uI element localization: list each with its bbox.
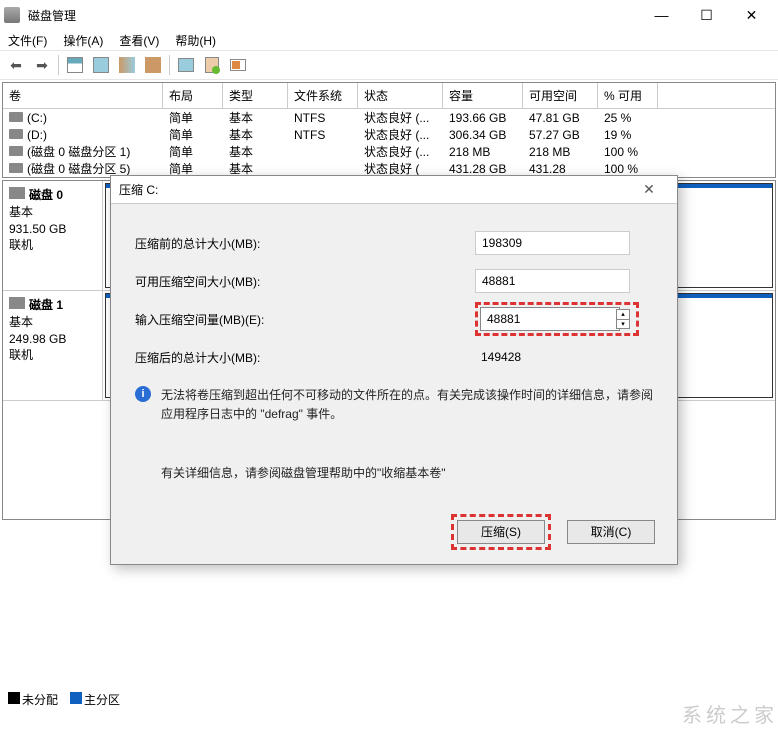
label-avail-shrink: 可用压缩空间大小(MB): xyxy=(135,273,475,290)
minimize-button[interactable]: — xyxy=(639,1,684,29)
toolbar-icon-2[interactable] xyxy=(89,53,113,77)
dialog-close-button[interactable]: ✕ xyxy=(629,181,669,198)
dialog-titlebar: 压缩 C: ✕ xyxy=(111,176,677,204)
legend: 未分配 主分区 xyxy=(8,691,120,708)
col-type[interactable]: 类型 xyxy=(223,83,288,108)
table-row[interactable]: (D:)简单基本NTFS状态良好 (...306.34 GB57.27 GB19… xyxy=(3,126,775,143)
disk-1-label[interactable]: 磁盘 1 基本 249.98 GB 联机 xyxy=(3,291,103,400)
toolbar-icon-1[interactable] xyxy=(63,53,87,77)
toolbar-icon-5[interactable] xyxy=(174,53,198,77)
table-header: 卷 布局 类型 文件系统 状态 容量 可用空间 % 可用 xyxy=(3,83,775,109)
legend-unallocated: 未分配 xyxy=(22,693,58,707)
col-fs[interactable]: 文件系统 xyxy=(288,83,358,108)
spinner-up-icon[interactable]: ▴ xyxy=(617,310,629,320)
back-button[interactable] xyxy=(4,53,28,77)
menu-action[interactable]: 操作(A) xyxy=(63,32,103,49)
col-free[interactable]: 可用空间 xyxy=(523,83,598,108)
close-button[interactable]: ✕ xyxy=(729,1,774,29)
menu-bar: 文件(F) 操作(A) 查看(V) 帮助(H) xyxy=(0,30,778,50)
col-pct[interactable]: % 可用 xyxy=(598,83,658,108)
table-row[interactable]: (磁盘 0 磁盘分区 1)简单基本状态良好 (...218 MB218 MB10… xyxy=(3,143,775,160)
table-row[interactable]: (C:)简单基本NTFS状态良好 (...193.66 GB47.81 GB25… xyxy=(3,109,775,126)
shrink-amount-input[interactable] xyxy=(480,307,620,331)
toolbar-icon-4[interactable] xyxy=(141,53,165,77)
label-size-before: 压缩前的总计大小(MB): xyxy=(135,235,475,252)
disk-icon xyxy=(9,187,25,199)
app-icon xyxy=(4,7,20,23)
shrink-dialog: 压缩 C: ✕ 压缩前的总计大小(MB): 198309 可用压缩空间大小(MB… xyxy=(110,175,678,565)
cancel-button[interactable]: 取消(C) xyxy=(567,520,655,544)
info-icon: i xyxy=(135,386,151,402)
menu-file[interactable]: 文件(F) xyxy=(8,32,47,49)
spinner[interactable]: ▴ ▾ xyxy=(616,309,630,329)
shrink-button[interactable]: 压缩(S) xyxy=(457,520,545,544)
menu-view[interactable]: 查看(V) xyxy=(119,32,159,49)
toolbar-icon-3[interactable] xyxy=(115,53,139,77)
info-text-2: 有关详细信息，请参阅磁盘管理帮助中的"收缩基本卷" xyxy=(161,464,446,483)
legend-swatch-primary xyxy=(70,692,82,704)
shrink-button-highlight: 压缩(S) xyxy=(451,514,551,550)
col-status[interactable]: 状态 xyxy=(358,83,443,108)
window-titlebar: 磁盘管理 — ☐ ✕ xyxy=(0,0,778,30)
info-text-1: 无法将卷压缩到超出任何不可移动的文件所在的点。有关完成该操作时间的详细信息，请参… xyxy=(161,386,653,424)
menu-help[interactable]: 帮助(H) xyxy=(175,32,216,49)
legend-swatch-unallocated xyxy=(8,692,20,704)
disk-0-label[interactable]: 磁盘 0 基本 931.50 GB 联机 xyxy=(3,181,103,290)
maximize-button[interactable]: ☐ xyxy=(684,1,729,29)
spinner-down-icon[interactable]: ▾ xyxy=(617,320,629,329)
value-avail-shrink: 48881 xyxy=(475,269,630,293)
label-size-after: 压缩后的总计大小(MB): xyxy=(135,349,475,366)
volume-table: 卷 布局 类型 文件系统 状态 容量 可用空间 % 可用 (C:)简单基本NTF… xyxy=(2,82,776,178)
value-size-before: 198309 xyxy=(475,231,630,255)
shrink-input-highlight: ▴ ▾ xyxy=(475,302,639,336)
toolbar-icon-6[interactable] xyxy=(200,53,224,77)
disk-icon xyxy=(9,297,25,309)
watermark: 系统之家 xyxy=(682,699,778,728)
dialog-title-text: 压缩 C: xyxy=(119,181,158,198)
col-capacity[interactable]: 容量 xyxy=(443,83,523,108)
col-layout[interactable]: 布局 xyxy=(163,83,223,108)
label-shrink-amount: 输入压缩空间量(MB)(E): xyxy=(135,311,475,328)
window-title: 磁盘管理 xyxy=(28,7,639,24)
col-volume[interactable]: 卷 xyxy=(3,83,163,108)
forward-button[interactable] xyxy=(30,53,54,77)
legend-primary: 主分区 xyxy=(84,693,120,707)
toolbar xyxy=(0,50,778,80)
value-size-after: 149428 xyxy=(475,346,630,368)
toolbar-icon-7[interactable] xyxy=(226,53,250,77)
